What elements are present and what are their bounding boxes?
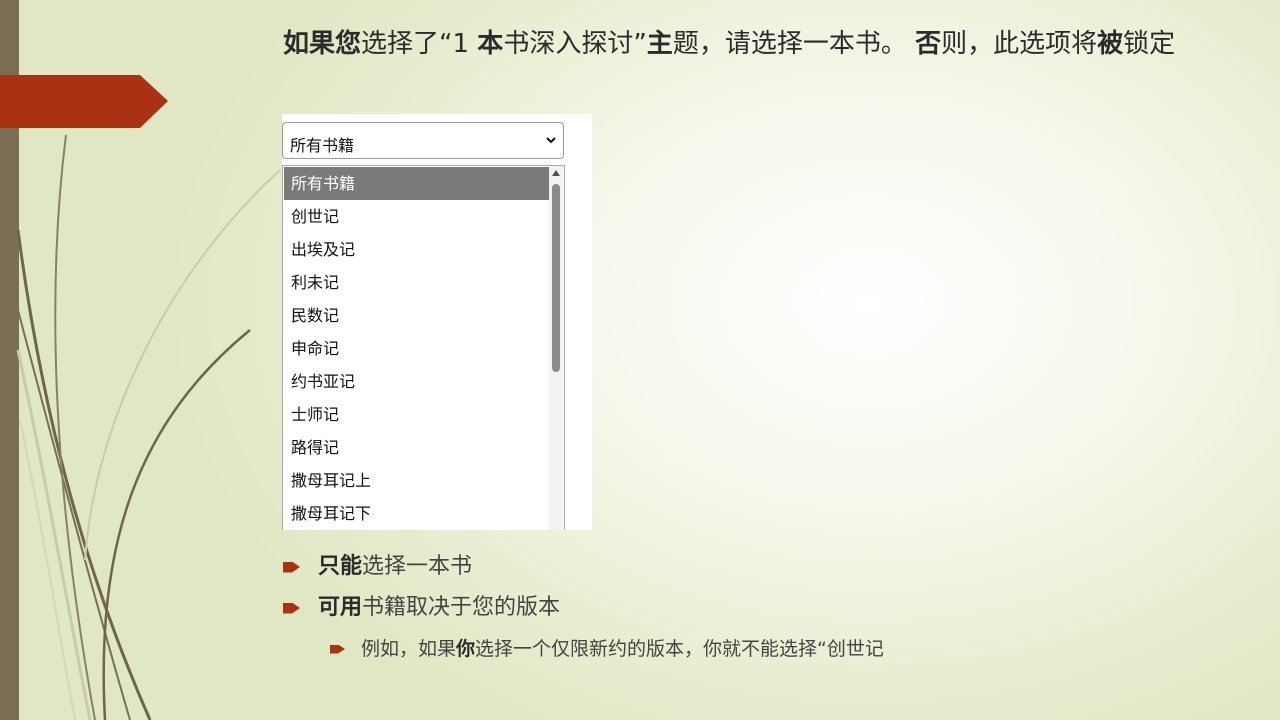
heading-text-10: 锁定 <box>1123 29 1176 59</box>
red-title-tab <box>0 75 168 128</box>
heading-bold-1: 如果您 <box>283 29 362 59</box>
heading-text-2: 选择了“1 <box>361 29 478 59</box>
option-numbers[interactable]: 民数记 <box>284 299 550 332</box>
heading-bold-3: 本 <box>477 29 504 59</box>
bullet-only-one-book: 只能 选择一本书 <box>283 552 472 582</box>
book-select-value: 所有书籍 <box>290 136 355 155</box>
option-all-books[interactable]: 所有书籍 <box>284 167 550 200</box>
option-leviticus[interactable]: 利未记 <box>284 266 550 299</box>
scroll-up-arrow-icon[interactable] <box>552 170 560 176</box>
arrow-bullet-icon <box>283 602 300 614</box>
heading-bold-5: 主 <box>646 29 673 59</box>
bullet-available-books: 可用 书籍取决于您的版本 <box>283 593 560 623</box>
book-select[interactable]: 所有书籍 <box>282 122 564 159</box>
heading-text-8: 则，此选项将 <box>941 29 1098 59</box>
arrow-bullet-icon <box>283 561 300 573</box>
option-ruth[interactable]: 路得记 <box>284 431 550 464</box>
option-judges[interactable]: 士师记 <box>284 398 550 431</box>
heading-text-6: 题，请选择一本书。 <box>672 29 916 59</box>
bullet-2-bold: 可用 <box>318 595 363 620</box>
book-options-list[interactable]: 所有书籍 创世记 出埃及记 利未记 民数记 申命记 约书亚记 士师记 路得记 撒… <box>282 165 565 530</box>
option-genesis[interactable]: 创世记 <box>284 200 550 233</box>
option-2-samuel[interactable]: 撒母耳记下 <box>284 497 550 530</box>
sub-bullet-text-a: 例如，如果 <box>361 638 457 660</box>
bullet-2-text: 书籍取决于您的版本 <box>362 595 561 620</box>
bullet-1-text: 选择一本书 <box>362 554 473 579</box>
slide-heading: 如果您选择了“1 本书深入探讨”主题，请选择一本书。 否则，此选项将被锁定 <box>283 26 1213 62</box>
list-scrollbar[interactable] <box>549 166 563 530</box>
heading-text-4: 书深入探讨” <box>503 29 647 59</box>
heading-bold-9: 被 <box>1097 29 1124 59</box>
scrollbar-thumb[interactable] <box>552 184 560 372</box>
heading-bold-7: 否 <box>915 29 942 59</box>
sub-bullet-bold: 你 <box>456 638 476 660</box>
chevron-down-icon <box>546 137 556 144</box>
arrow-bullet-icon <box>330 644 345 654</box>
option-joshua[interactable]: 约书亚记 <box>284 365 550 398</box>
sub-bullet-text-rest: 选择一个仅限新约的版本，你就不能选择“创世记 <box>475 638 884 660</box>
book-dropdown-screenshot: 所有书籍 所有书籍 创世记 出埃及记 利未记 民数记 申命记 约书亚记 士师记 … <box>282 114 592 530</box>
bullet-1-bold: 只能 <box>318 554 363 579</box>
option-1-samuel[interactable]: 撒母耳记上 <box>284 464 550 497</box>
sub-bullet-example: 例如，如果你选择一个仅限新约的版本，你就不能选择“创世记 <box>330 636 884 662</box>
option-exodus[interactable]: 出埃及记 <box>284 233 550 266</box>
option-deuteronomy[interactable]: 申命记 <box>284 332 550 365</box>
